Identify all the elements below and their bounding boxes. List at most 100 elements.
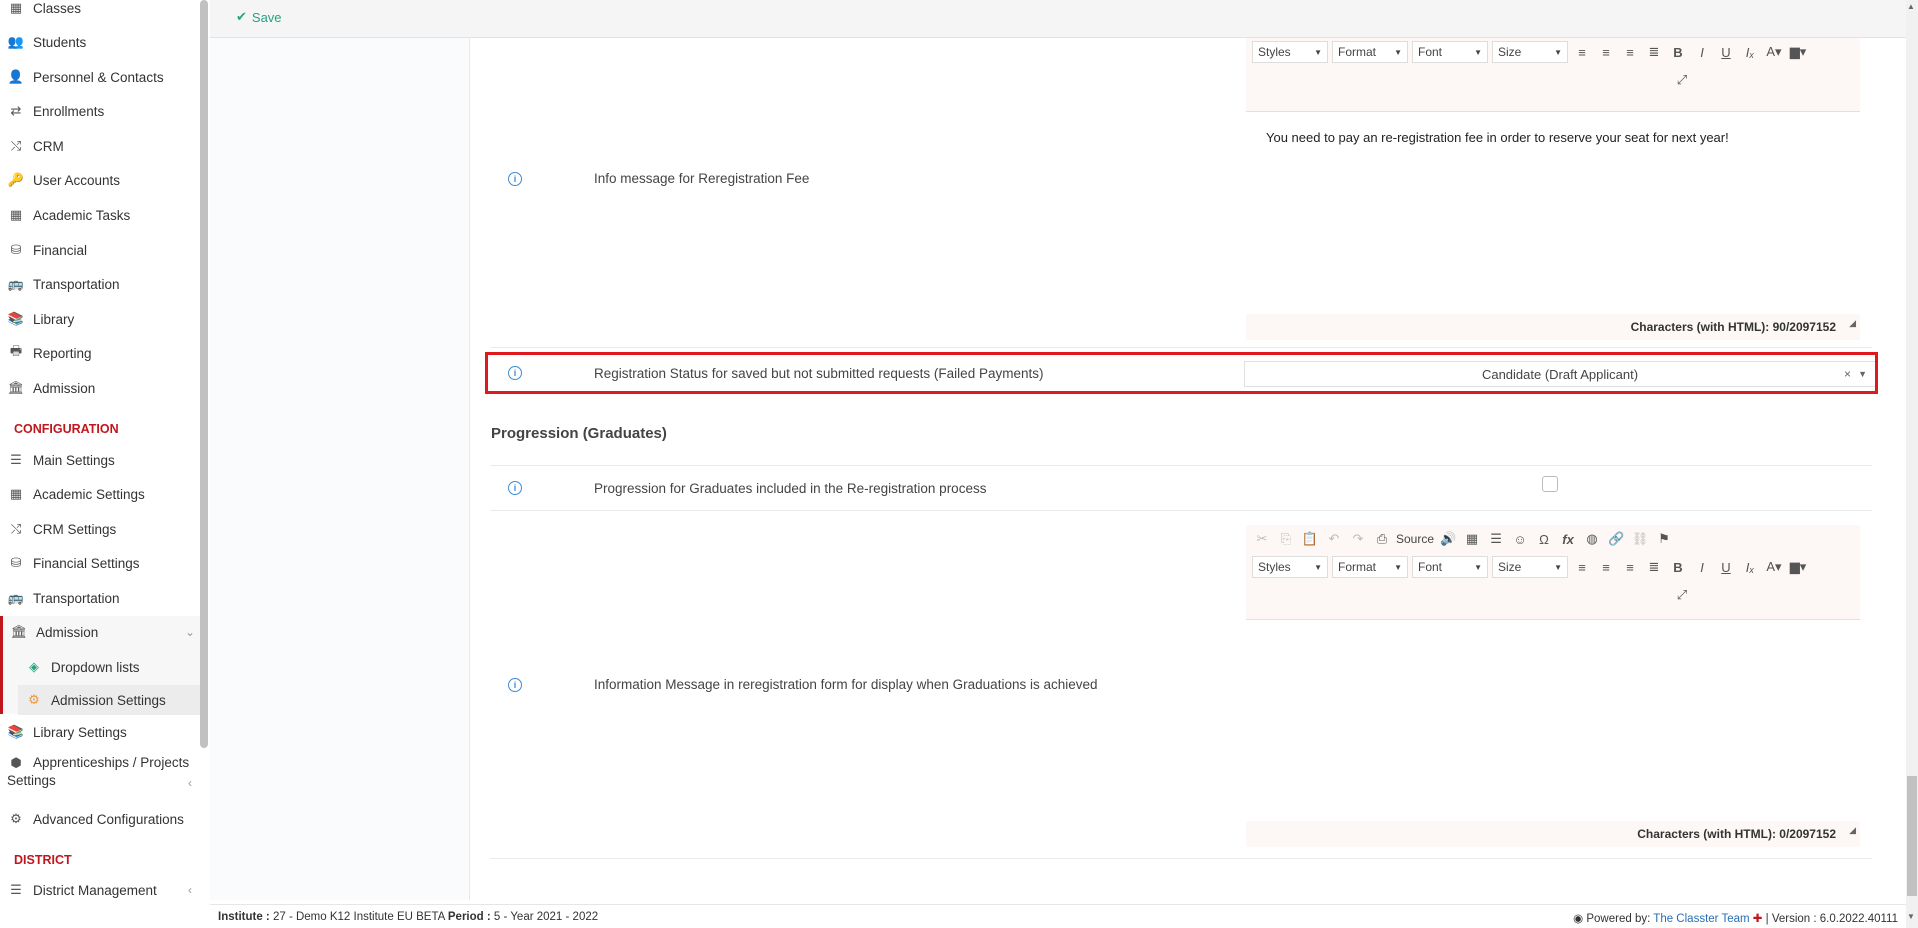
underline-icon[interactable]: U bbox=[1716, 557, 1736, 577]
progression-checkbox[interactable] bbox=[1542, 476, 1558, 492]
justify-icon[interactable]: ≣ bbox=[1644, 42, 1664, 62]
coins-icon: ⛁ bbox=[10, 555, 22, 570]
sidebar-item-academic-tasks[interactable]: ▦ Academic Tasks bbox=[0, 200, 200, 230]
sidebar-item-admission-config[interactable]: 🏛 Admission ⌄ bbox=[3, 617, 203, 647]
sidebar-item-dropdown-lists[interactable]: ◈ Dropdown lists bbox=[18, 652, 205, 682]
align-left-icon[interactable]: ≡ bbox=[1572, 42, 1592, 62]
editor-content[interactable]: You need to pay an re-registration fee i… bbox=[1246, 112, 1860, 163]
resize-handle-icon[interactable]: ◢ bbox=[1849, 310, 1856, 336]
save-button[interactable]: ✔ Save bbox=[236, 9, 282, 25]
info-icon[interactable]: i bbox=[508, 678, 522, 692]
sidebar-item-crm-settings[interactable]: ⤭ CRM Settings bbox=[0, 514, 200, 544]
editor-content[interactable] bbox=[1246, 620, 1860, 818]
scroll-up-icon[interactable]: ▲ bbox=[1907, 2, 1915, 11]
flag-icon[interactable]: ⚑ bbox=[1654, 529, 1674, 549]
underline-icon[interactable]: U bbox=[1716, 42, 1736, 62]
sidebar-item-admission[interactable]: 🏛 Admission bbox=[0, 373, 200, 403]
remove-format-icon[interactable]: Iₓ bbox=[1740, 42, 1760, 62]
editor-toolbar-row: Styles ▼ Format ▼ Font ▼ Size ▼ ≡ ≡ ≡ ≣ B I … bbox=[1246, 38, 1860, 66]
scroll-down-icon[interactable]: ▼ bbox=[1907, 912, 1915, 921]
font-combo[interactable]: Font ▼ bbox=[1412, 556, 1488, 578]
section-title: Progression (Graduates) bbox=[491, 425, 667, 442]
smiley-icon[interactable]: ☺ bbox=[1510, 529, 1530, 549]
sidebar-item-admission-settings[interactable]: ⚙ Admission Settings bbox=[18, 685, 205, 715]
sidebar-item-library[interactable]: 📚 Library bbox=[0, 304, 200, 334]
unlink-icon[interactable]: ⛓ bbox=[1630, 529, 1650, 549]
sidebar-item-financial[interactable]: ⛁ Financial bbox=[0, 235, 200, 265]
caret-down-icon: ▼ bbox=[1474, 47, 1482, 57]
horizontal-line-icon[interactable]: ☰ bbox=[1486, 529, 1506, 549]
font-combo[interactable]: Font ▼ bbox=[1412, 41, 1488, 63]
link-icon[interactable]: 🔗 bbox=[1606, 529, 1626, 549]
books-icon: 📚 bbox=[7, 724, 25, 739]
redo-icon[interactable]: ↷ bbox=[1348, 529, 1368, 549]
main-scrollbar-thumb[interactable] bbox=[1907, 776, 1917, 896]
sidebar-item-reporting[interactable]: 🖶 Reporting bbox=[0, 338, 200, 368]
chevron-left-icon: ‹ bbox=[188, 883, 192, 897]
italic-icon[interactable]: I bbox=[1692, 42, 1712, 62]
bg-color-icon[interactable]: ▆▾ bbox=[1788, 42, 1808, 62]
sidebar-item-district-management[interactable]: ☰ District Management ‹ bbox=[0, 875, 200, 905]
bold-icon[interactable]: B bbox=[1668, 42, 1688, 62]
sidebar-item-transportation[interactable]: 🚌 Transportation bbox=[0, 269, 200, 299]
caret-down-icon: ▼ bbox=[1554, 562, 1562, 572]
bold-icon[interactable]: B bbox=[1668, 557, 1688, 577]
table-icon[interactable]: ▦ bbox=[1462, 529, 1482, 549]
bg-color-icon[interactable]: ▆▾ bbox=[1788, 557, 1808, 577]
align-center-icon[interactable]: ≡ bbox=[1596, 42, 1616, 62]
sidebar-item-main-settings[interactable]: ☰ Main Settings bbox=[0, 445, 200, 475]
sidebar-item-advanced-configurations[interactable]: ⚙ Advanced Configurations bbox=[0, 804, 200, 834]
remove-format-icon[interactable]: Iₓ bbox=[1740, 557, 1760, 577]
text-color-icon[interactable]: A▾ bbox=[1764, 557, 1784, 577]
format-combo[interactable]: Format ▼ bbox=[1332, 556, 1408, 578]
maximize-icon[interactable]: ⤢ bbox=[1672, 70, 1692, 90]
sidebar-item-classes[interactable]: ▦ Classes bbox=[0, 0, 200, 23]
italic-icon[interactable]: I bbox=[1692, 557, 1712, 577]
menu-icon: ☰ bbox=[10, 882, 22, 897]
styles-combo[interactable]: Styles ▼ bbox=[1252, 556, 1328, 578]
size-combo[interactable]: Size ▼ bbox=[1492, 556, 1568, 578]
sidebar-item-academic-settings[interactable]: ▦ Academic Settings bbox=[0, 479, 200, 509]
sidebar-item-enrollments[interactable]: ⇄ Enrollments bbox=[0, 96, 200, 126]
caret-down-icon: ▼ bbox=[1554, 47, 1562, 57]
source-label[interactable]: Source bbox=[1396, 532, 1434, 546]
maximize-icon[interactable]: ⤢ bbox=[1672, 585, 1692, 605]
align-left-icon[interactable]: ≡ bbox=[1572, 557, 1592, 577]
rich-text-editor-grad-message[interactable]: ✂ ⎘ 📋 ↶ ↷ ⎙ Source 🔊 ▦ ☰ ☺ Ω fx ◍ 🔗 ⛓ ⚑ … bbox=[1246, 525, 1860, 847]
info-icon[interactable]: i bbox=[508, 172, 522, 186]
undo-icon[interactable]: ↶ bbox=[1324, 529, 1344, 549]
size-combo[interactable]: Size ▼ bbox=[1492, 41, 1568, 63]
sidebar-item-students[interactable]: 👥 Students bbox=[0, 27, 200, 57]
resize-handle-icon[interactable]: ◢ bbox=[1849, 817, 1856, 843]
globe-icon[interactable]: ◍ bbox=[1582, 529, 1602, 549]
sidebar-item-financial-settings[interactable]: ⛁ Financial Settings bbox=[0, 548, 200, 578]
source-icon[interactable]: ⎙ bbox=[1372, 529, 1392, 549]
sidebar-item-user-accounts[interactable]: 🔑 User Accounts bbox=[0, 165, 200, 195]
sliders-icon: ☰ bbox=[10, 452, 22, 467]
align-right-icon[interactable]: ≡ bbox=[1620, 557, 1640, 577]
personnel-icon: 👤 bbox=[7, 69, 25, 84]
paste-icon[interactable]: 📋 bbox=[1300, 529, 1320, 549]
audio-icon[interactable]: 🔊 bbox=[1438, 529, 1458, 549]
rich-text-editor-reg-fee[interactable]: Styles ▼ Format ▼ Font ▼ Size ▼ ≡ ≡ ≡ ≣ B I … bbox=[1246, 38, 1860, 340]
sidebar-scrollbar[interactable] bbox=[200, 0, 208, 748]
sidebar-item-transportation-settings[interactable]: 🚌 Transportation bbox=[0, 583, 200, 613]
sidebar-item-personnel[interactable]: 👤 Personnel & Contacts bbox=[0, 62, 200, 92]
sidebar-item-apprenticeships[interactable]: ⬢ Apprenticeships / Projects Settings ‹ bbox=[0, 754, 200, 798]
text-color-icon[interactable]: A▾ bbox=[1764, 42, 1784, 62]
row-label: Information Message in reregistration fo… bbox=[594, 677, 1098, 692]
justify-icon[interactable]: ≣ bbox=[1644, 557, 1664, 577]
align-center-icon[interactable]: ≡ bbox=[1596, 557, 1616, 577]
styles-combo[interactable]: Styles ▼ bbox=[1252, 41, 1328, 63]
omega-icon[interactable]: Ω bbox=[1534, 529, 1554, 549]
enrollments-icon: ⇄ bbox=[10, 103, 22, 118]
copy-icon[interactable]: ⎘ bbox=[1276, 529, 1296, 549]
sidebar-item-crm[interactable]: ⤭ CRM bbox=[0, 131, 200, 161]
cut-icon[interactable]: ✂ bbox=[1252, 529, 1272, 549]
sidebar-item-library-settings[interactable]: 📚 Library Settings bbox=[0, 717, 200, 747]
formula-icon[interactable]: fx bbox=[1558, 529, 1578, 549]
info-icon[interactable]: i bbox=[508, 481, 522, 495]
classter-team-link[interactable]: The Classter Team bbox=[1653, 913, 1749, 925]
format-combo[interactable]: Format ▼ bbox=[1332, 41, 1408, 63]
align-right-icon[interactable]: ≡ bbox=[1620, 42, 1640, 62]
